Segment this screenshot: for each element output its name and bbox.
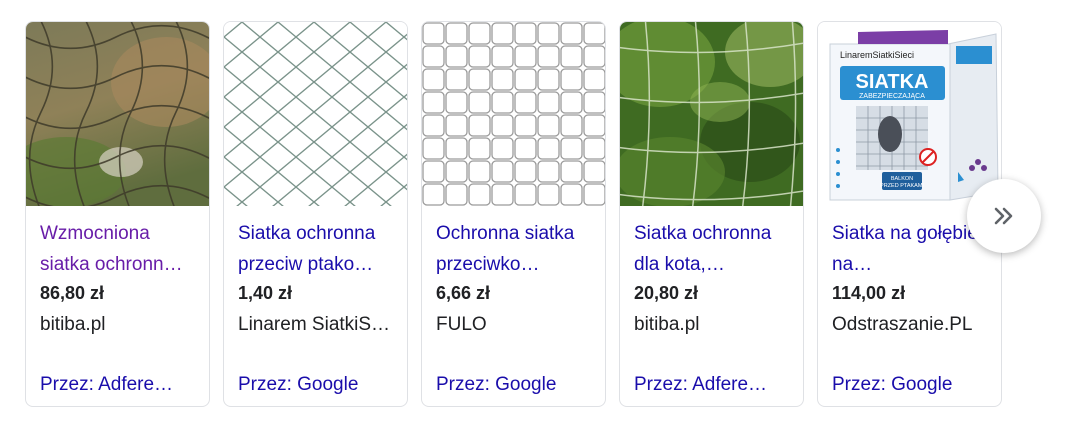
product-price: 86,80 zł	[40, 283, 105, 303]
product-price: 1,40 zł	[238, 283, 293, 303]
product-title[interactable]: Wzmocniona siatka ochronn…	[40, 218, 200, 280]
product-title[interactable]: Ochronna siatka przeciwko…	[436, 218, 596, 280]
box-brand: LinaremSiatkiSieci	[840, 50, 914, 60]
product-card[interactable]: Siatka ochronna przeciw ptako… 1,40 zł L…	[223, 21, 408, 407]
box-name: SIATKA	[856, 71, 929, 93]
box-badge-1: BALKON	[891, 176, 913, 182]
product-seller: Linarem SiatkiS…	[238, 314, 391, 335]
product-via-link[interactable]: Przez: Google	[238, 374, 400, 396]
product-via-link[interactable]: Przez: Google	[436, 374, 598, 396]
box-badge-2: PRZED PTAKAMI	[880, 183, 924, 189]
product-image-square-net[interactable]	[422, 22, 605, 206]
product-title[interactable]: Siatka ochronna dla kota,…	[634, 218, 794, 280]
product-image-diamond-net[interactable]	[224, 22, 407, 206]
product-price: 114,00 zł	[832, 283, 906, 303]
product-price: 20,80 zł	[634, 283, 699, 303]
product-card[interactable]: Ochronna siatka przeciwko… 6,66 zł FULO …	[421, 21, 606, 407]
product-via-link[interactable]: Przez: Google	[832, 374, 994, 396]
product-seller: bitiba.pl	[634, 314, 700, 335]
product-image-net-foliage[interactable]	[620, 22, 803, 206]
product-via-link[interactable]: Przez: Adfere…	[40, 374, 202, 396]
shopping-carousel: Wzmocniona siatka ochronn… 86,80 zł biti…	[0, 0, 1083, 428]
product-seller: Odstraszanie.PL	[832, 314, 973, 335]
section-heading-fragment	[40, 0, 360, 6]
double-chevron-right-icon	[994, 207, 1013, 225]
product-card[interactable]: Wzmocniona siatka ochronn… 86,80 zł biti…	[25, 21, 210, 407]
product-image-box[interactable]: LinaremSiatkiSieci SIATKA ZABEZPIECZAJĄC…	[818, 22, 1001, 206]
product-seller: bitiba.pl	[40, 314, 106, 335]
product-via-link[interactable]: Przez: Adfere…	[634, 374, 796, 396]
product-image-brown-net[interactable]	[26, 22, 209, 206]
carousel-next-button[interactable]	[967, 179, 1041, 253]
product-card[interactable]: Siatka ochronna dla kota,… 20,80 zł biti…	[619, 21, 804, 407]
product-price: 6,66 zł	[436, 283, 491, 303]
box-tagline: ZABEZPIECZAJĄCA	[859, 93, 925, 100]
product-title[interactable]: Siatka ochronna przeciw ptako…	[238, 218, 398, 280]
product-seller: FULO	[436, 314, 487, 335]
